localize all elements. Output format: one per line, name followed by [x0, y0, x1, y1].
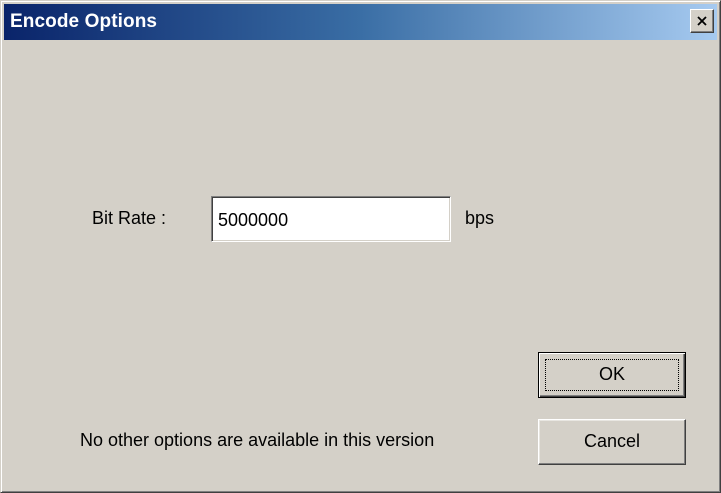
cancel-button-label: Cancel	[583, 431, 641, 451]
bit-rate-input[interactable]	[211, 196, 451, 242]
encode-options-dialog: Encode Options Bit Rate : bps OK No othe…	[0, 0, 721, 493]
close-button[interactable]	[690, 9, 714, 33]
ok-button[interactable]: OK	[538, 352, 686, 398]
version-notice: No other options are available in this v…	[80, 430, 435, 450]
bit-rate-unit-label: bps	[465, 208, 495, 228]
cancel-button[interactable]: Cancel	[538, 419, 686, 465]
bit-rate-label: Bit Rate :	[92, 208, 167, 228]
ok-button-label: OK	[598, 364, 625, 384]
title-bar[interactable]: Encode Options	[4, 4, 717, 40]
close-icon	[697, 16, 707, 26]
dialog-title: Encode Options	[10, 11, 158, 32]
